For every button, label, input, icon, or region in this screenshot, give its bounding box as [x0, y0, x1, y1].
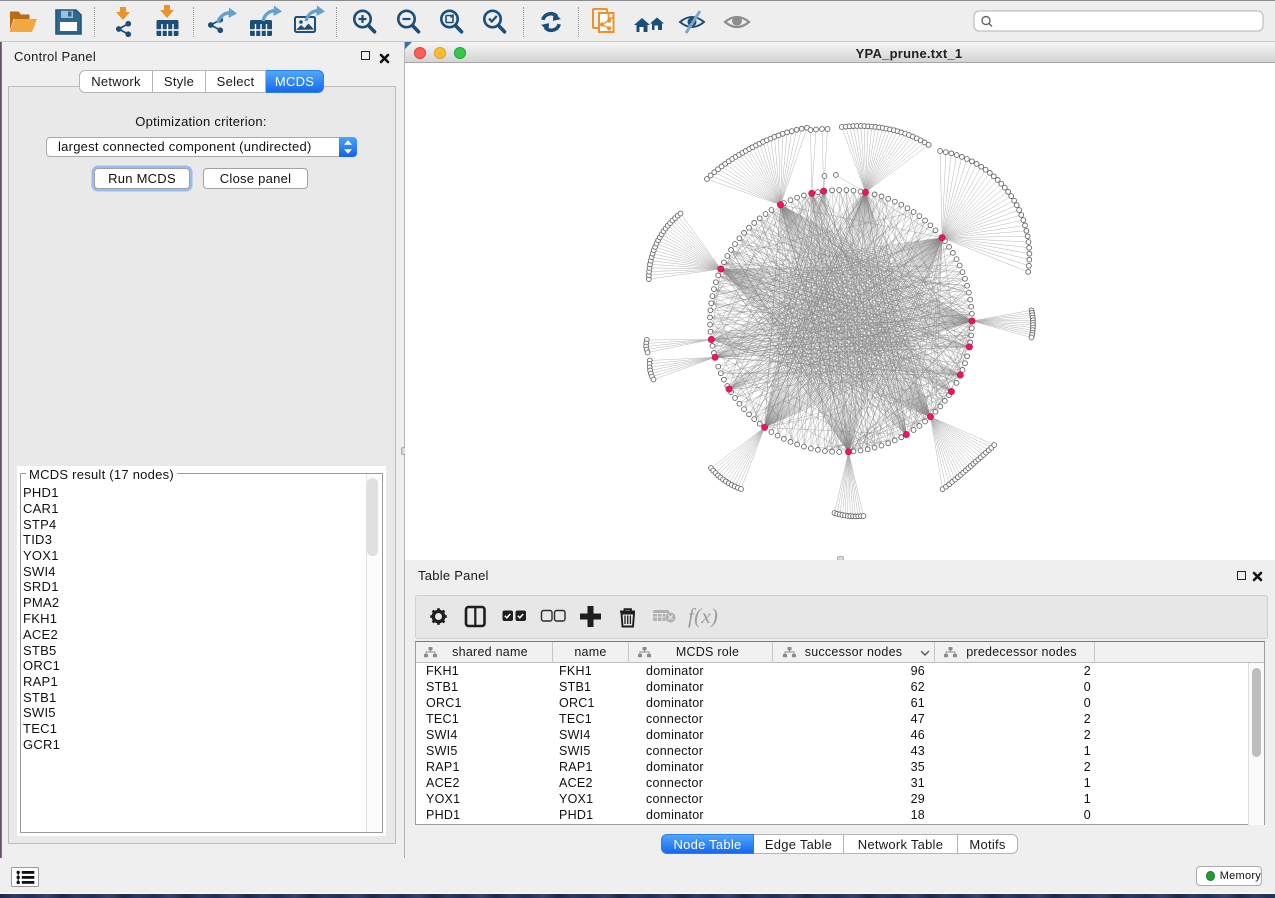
- svg-text:f(x): f(x): [688, 604, 718, 628]
